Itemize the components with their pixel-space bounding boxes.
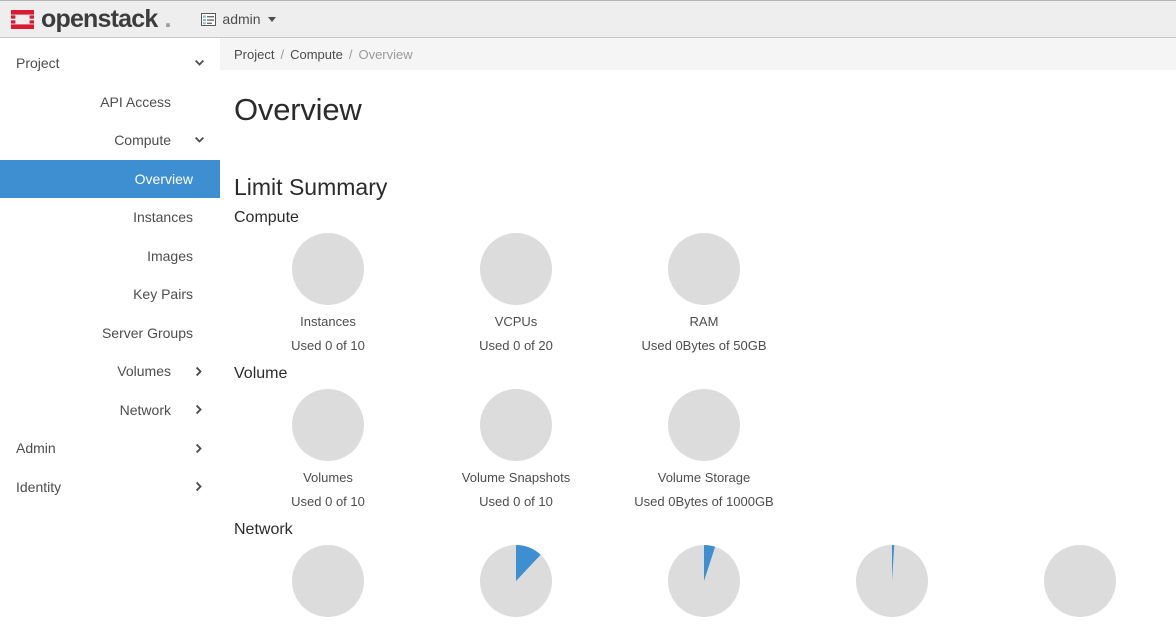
gauge-volumes: Volumes Used 0 of 10 <box>234 389 422 509</box>
sidebar-item-spacer <box>193 211 206 224</box>
chevron-right-icon <box>193 403 206 416</box>
chevron-down-icon <box>193 134 206 147</box>
openstack-logo-icon <box>11 8 34 31</box>
sidebar-item-label: Volumes <box>117 363 171 380</box>
gauge-volume-storage: Volume Storage Used 0Bytes of 1000GB <box>610 389 798 509</box>
gauge-usage-text: Used 0Bytes of 1000GB <box>634 494 774 509</box>
sidebar-item-project[interactable]: Project <box>0 44 220 83</box>
breadcrumb-item-compute[interactable]: Compute <box>290 47 343 62</box>
gauge-chart-icon <box>668 233 740 305</box>
gauge-ram: RAM Used 0Bytes of 50GB <box>610 233 798 353</box>
gauge-usage-text: Used 0 of 20 <box>479 338 553 353</box>
sidebar-item-label: Network <box>119 401 171 418</box>
gauge-chart-icon <box>1044 545 1116 617</box>
gauge-chart-icon <box>292 389 364 461</box>
chevron-down-icon <box>193 57 206 70</box>
chevron-right-icon <box>193 365 206 378</box>
gauge-chart-icon <box>292 233 364 305</box>
list-alt-icon <box>201 12 217 26</box>
gauge-chart-icon <box>856 545 928 617</box>
gauge-chart-icon <box>292 545 364 617</box>
gauge-label: Volume Snapshots <box>461 470 571 485</box>
gauge-group-network: Network <box>234 521 1176 627</box>
sidebar-item-spacer <box>193 249 206 262</box>
gauge-instances: Instances Used 0 of 10 <box>234 233 422 353</box>
sidebar-item-label: API Access <box>100 93 171 110</box>
gauge-row: Instances Used 0 of 10 VCPUs Used 0 of 20 RA… <box>234 233 1176 353</box>
sidebar-item-spacer <box>193 172 206 185</box>
context-label: admin <box>222 11 261 27</box>
sidebar-item-spacer <box>193 95 206 108</box>
page-title: Overview <box>234 92 362 127</box>
sidebar-item-label: Identity <box>16 478 62 495</box>
gauge-row <box>234 545 1176 627</box>
sidebar-item-label: Server Groups <box>101 324 193 341</box>
sidebar-item-spacer <box>193 288 206 301</box>
gauge-label: Instances <box>300 314 356 329</box>
gauge-group-compute: Compute Instances Used 0 of 10 VCPUs Used 0 … <box>234 209 1176 353</box>
gauge-label: VCPUs <box>494 314 538 329</box>
breadcrumb: Project / Compute / Overview <box>220 38 1176 70</box>
breadcrumb-item-overview: Overview <box>358 46 413 62</box>
sidebar-item-spacer <box>193 326 206 339</box>
breadcrumb-item-project[interactable]: Project <box>234 47 274 62</box>
gauge-item <box>422 545 610 627</box>
breadcrumb-separator: / <box>280 46 285 62</box>
sidebar-item-label: Overview <box>134 170 193 187</box>
gauge-chart-icon <box>480 233 552 305</box>
gauge-group-title: Compute <box>234 209 299 226</box>
sidebar-item-label: Project <box>16 55 60 72</box>
gauge-usage-text: Used 0 of 10 <box>291 494 365 509</box>
gauge-chart-icon <box>480 545 552 617</box>
sidebar-item-overview[interactable]: Overview <box>0 159 220 198</box>
gauge-item <box>610 545 798 627</box>
sidebar-item-instances[interactable]: Instances <box>0 198 220 237</box>
limit-summary-heading: Limit Summary <box>234 174 388 200</box>
gauge-item <box>234 545 422 627</box>
sidebar-item-compute[interactable]: Compute <box>0 121 220 160</box>
brand-dot: . <box>164 4 172 33</box>
sidebar-item-label: Admin <box>16 440 56 457</box>
sidebar-item-key-pairs[interactable]: Key Pairs <box>0 275 220 314</box>
gauge-usage-text: Used 0Bytes of 50GB <box>641 338 767 353</box>
sidebar-item-volumes[interactable]: Volumes <box>0 352 220 391</box>
gauge-group-volume: Volume Volumes Used 0 of 10 Volume Snapshot… <box>234 365 1176 509</box>
gauge-usage-text: Used 0 of 10 <box>479 494 553 509</box>
gauge-chart-icon <box>480 389 552 461</box>
sidebar-item-label: Compute <box>114 132 171 149</box>
sidebar-item-label: Key Pairs <box>133 286 193 303</box>
gauge-chart-icon <box>668 545 740 617</box>
sidebar-item-admin[interactable]: Admin <box>0 429 220 468</box>
sidebar-item-identity[interactable]: Identity <box>0 468 220 507</box>
sidebar-nav: Project API Access Compute Overview Instance… <box>0 38 220 627</box>
gauge-volume-snapshots: Volume Snapshots Used 0 of 10 <box>422 389 610 509</box>
gauge-vcpus: VCPUs Used 0 of 20 <box>422 233 610 353</box>
sidebar-item-server-groups[interactable]: Server Groups <box>0 314 220 353</box>
caret-down-icon <box>267 16 276 22</box>
gauge-row: Volumes Used 0 of 10 Volume Snapshots Used … <box>234 389 1176 509</box>
sidebar-item-api-access[interactable]: API Access <box>0 83 220 122</box>
gauge-groups: Compute Instances Used 0 of 10 VCPUs Used 0 … <box>234 209 1176 627</box>
gauge-item <box>986 545 1174 627</box>
gauge-label: RAM <box>689 314 719 329</box>
sidebar-item-images[interactable]: Images <box>0 237 220 276</box>
chevron-right-icon <box>193 442 206 455</box>
brand-logo[interactable]: openstack . <box>11 5 171 34</box>
gauge-label: Volume Storage <box>657 470 751 485</box>
chevron-right-icon <box>193 480 206 493</box>
brand-name: openstack <box>41 4 158 33</box>
sidebar-item-label: Images <box>147 247 193 264</box>
top-navbar: openstack . admin <box>0 0 1176 38</box>
context-switcher[interactable]: admin <box>201 11 276 27</box>
gauge-item <box>798 545 986 627</box>
sidebar-item-network[interactable]: Network <box>0 391 220 430</box>
gauge-usage-text: Used 0 of 10 <box>291 338 365 353</box>
breadcrumb-separator: / <box>348 46 353 62</box>
gauge-group-title: Volume <box>234 365 288 382</box>
sidebar-item-label: Instances <box>133 209 193 226</box>
gauge-group-title: Network <box>234 521 293 538</box>
gauge-label: Volumes <box>303 470 353 485</box>
main-content: Project / Compute / Overview Overview Limit … <box>220 38 1176 627</box>
gauge-chart-icon <box>668 389 740 461</box>
